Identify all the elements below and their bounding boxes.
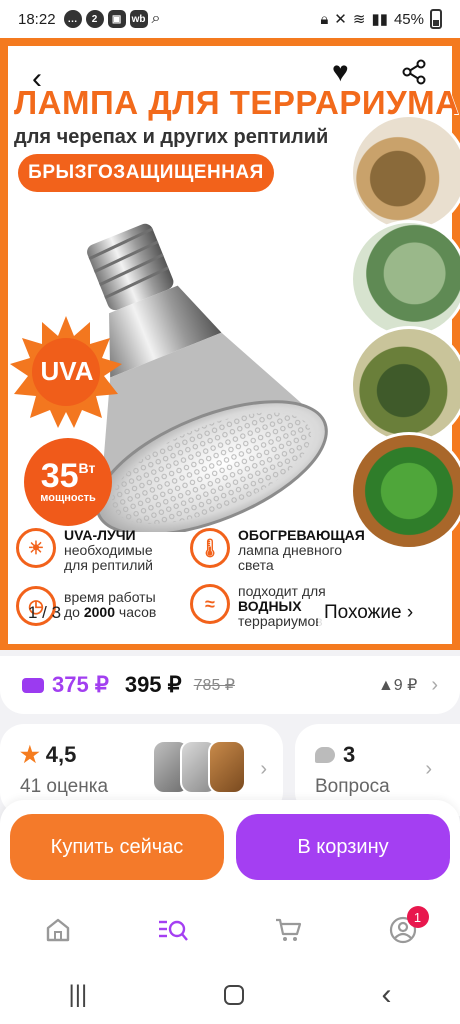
chat-bubble-icon	[315, 747, 335, 763]
chameleon-photo	[350, 432, 460, 550]
home-circle-icon[interactable]	[224, 985, 245, 1005]
review-photos	[152, 740, 246, 794]
feature-uva-rays: ☀ UVA-ЛУЧИ необходимые для рептилий	[16, 528, 153, 573]
status-right: 🔒︎ ✕ ≋ ▮▮ 45%	[320, 9, 442, 29]
lock-icon: 🔒︎	[320, 10, 329, 28]
star-icon: ★	[20, 742, 40, 767]
notification-icons: … 2 ▣ wb ⌕	[63, 10, 161, 28]
water-waves-icon: ≈	[190, 584, 230, 624]
feature-text: часов	[118, 604, 157, 620]
home-icon	[46, 918, 69, 942]
cart-icon	[275, 918, 301, 941]
feature-heating: 🌡︎ ОБОГРЕВАЮЩАЯ лампа дневного света	[190, 528, 365, 573]
image-pager: 1 / 3	[28, 603, 62, 622]
review-photo	[208, 740, 246, 794]
chevron-right-icon: ›	[425, 758, 432, 780]
splashproof-pill: БРЫЗГОЗАЩИЩЕННАЯ	[18, 154, 274, 192]
questions-label: Вопроса	[315, 776, 390, 797]
chevron-right-icon: ›	[260, 758, 267, 780]
feature-text: до	[64, 604, 80, 620]
nav-profile[interactable]: 1	[381, 906, 429, 952]
feature-text: время работы	[64, 589, 156, 605]
feature-title: ВОДНЫХ	[238, 598, 302, 614]
gallery-icon: ▣	[107, 10, 126, 28]
old-price: 785 ₽	[193, 677, 235, 694]
feature-text: подходит для	[238, 583, 326, 599]
mute-icon: ✕	[334, 11, 347, 28]
power-badge: 35Вт мощность	[24, 438, 112, 526]
thermometer-icon: 🌡︎	[190, 528, 230, 568]
battery-icon	[430, 9, 442, 29]
feature-text: необходимые	[64, 542, 153, 558]
feature-title: ОБОГРЕВАЮЩАЯ	[238, 527, 365, 543]
action-bar: Купить сейчас В корзину	[0, 800, 460, 894]
iguana-photo	[350, 220, 460, 338]
feature-strong: 2000	[83, 604, 116, 620]
battery-percent: 45%	[393, 10, 424, 28]
price-row[interactable]: 375 ₽ 395 ₽ 785 ₽ ▲9 ₽ ›	[0, 656, 460, 714]
similar-products-link[interactable]: Похожие ›	[318, 600, 420, 626]
rating-value: 4,5	[45, 742, 77, 767]
feature-title: UVA-ЛУЧИ	[64, 527, 136, 543]
wallet-icon	[22, 677, 44, 693]
feature-text: лампа дневного	[238, 542, 343, 558]
recent-apps-icon[interactable]: |||	[69, 981, 88, 1009]
uva-label: UVA	[40, 356, 94, 386]
watt-value: 35	[40, 457, 79, 495]
add-to-cart-button[interactable]: В корзину	[236, 814, 450, 880]
banner-subtitle: для черепах и других рептилий	[14, 126, 329, 148]
catalog-search-icon	[158, 920, 188, 941]
feature-text: света	[238, 557, 274, 573]
system-back-icon[interactable]: ‹	[381, 978, 391, 1012]
feature-text: террариумов	[238, 613, 323, 629]
product-image-banner[interactable]: ‹ ♥ ЛАМПА ДЛЯ ТЕРРАРИУМА для черепах и д…	[0, 38, 460, 650]
profile-notification-badge: 1	[406, 906, 429, 928]
counter-icon: 2	[85, 10, 104, 28]
wifi-icon: ≋	[352, 11, 366, 28]
nav-catalog-search[interactable]	[151, 908, 195, 952]
turtle-photo	[350, 114, 460, 232]
price-change: ▲9 ₽	[377, 677, 418, 694]
watt-caption: мощность	[40, 492, 96, 504]
buy-now-button[interactable]: Купить сейчас	[10, 814, 224, 880]
status-bar: 18:22 … 2 ▣ wb ⌕ 🔒︎ ✕ ≋ ▮▮ 45%	[0, 0, 460, 38]
feature-aqua: ≈ подходит для ВОДНЫХ террариумов	[190, 584, 326, 629]
sun-icon: ☀	[16, 528, 56, 568]
reptile-photos	[348, 114, 460, 552]
current-price: 395 ₽	[124, 672, 182, 697]
signal-icon: ▮▮	[371, 11, 388, 28]
wb-app-icon: wb	[129, 10, 148, 28]
wallet-price: 375 ₽	[52, 672, 109, 697]
chevron-right-icon: ›	[431, 673, 438, 696]
nav-home[interactable]	[36, 908, 80, 952]
red-eared-turtle-photo	[350, 326, 460, 444]
status-time: 18:22	[18, 10, 56, 28]
watt-unit: Вт	[78, 460, 96, 476]
share-icon[interactable]	[400, 58, 428, 86]
feature-text: для рептилий	[64, 557, 154, 573]
bottom-navigation: 1	[0, 894, 460, 966]
nav-cart[interactable]	[266, 908, 310, 952]
system-navigation: ||| ‹	[0, 966, 460, 1024]
chat-icon: …	[63, 10, 82, 28]
search-icon: ⌕	[151, 10, 161, 27]
questions-count: 3	[343, 742, 356, 767]
